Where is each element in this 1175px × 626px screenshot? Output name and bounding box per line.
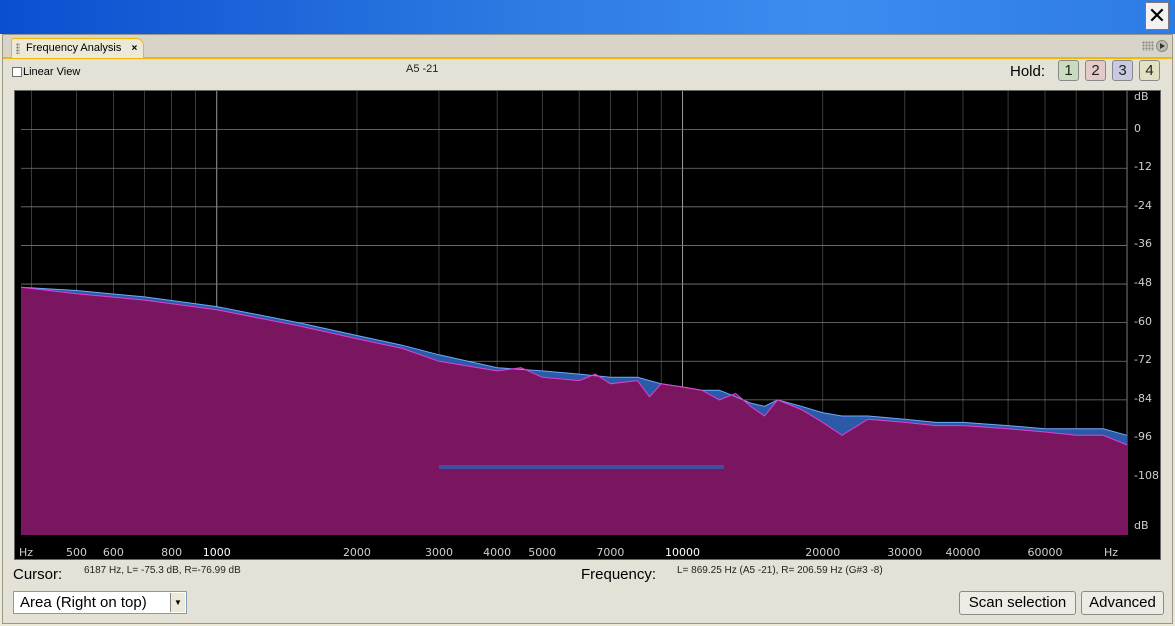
y-tick-label: -60 <box>1134 314 1152 328</box>
x-tick-label: 20000 <box>805 546 841 559</box>
close-icon: ✕ <box>1147 3 1167 29</box>
x-tick-label: 800 <box>161 546 183 559</box>
y-tick-label: -108 <box>1134 469 1159 483</box>
window-titlebar: ✕ <box>0 0 1175 34</box>
x-unit-right: Hz <box>1104 546 1119 559</box>
window-close-button[interactable]: ✕ <box>1145 2 1169 30</box>
spectrum-plot <box>20 91 1128 535</box>
frequency-graph[interactable]: Hz Hz dB dB 500 600 800 1000 2000 3000 4000 500… <box>14 90 1161 560</box>
display-mode-select[interactable]: Area (Right on top) ▼ <box>13 591 187 614</box>
x-tick-label: 30000 <box>887 546 923 559</box>
cursor-readout: 6187 Hz, L= -75.3 dB, R=-76.99 dB <box>84 565 241 576</box>
frequency-readout: L= 869.25 Hz (A5 -21), R= 206.59 Hz (G#3… <box>677 565 883 576</box>
y-tick-label: -96 <box>1134 430 1152 444</box>
y-tick-label: -84 <box>1134 391 1152 405</box>
hold-button-1[interactable]: 1 <box>1058 60 1079 81</box>
chevron-down-icon[interactable]: ▼ <box>170 593 185 612</box>
linear-view-checkbox[interactable]: Linear View <box>12 66 80 78</box>
advanced-button[interactable]: Advanced <box>1081 591 1164 615</box>
x-tick-label: 2000 <box>342 546 371 559</box>
frequency-label: Frequency: <box>581 566 657 583</box>
x-unit-left: Hz <box>19 546 34 559</box>
x-tick-label: 5000 <box>528 546 557 559</box>
tab-grip-icon[interactable] <box>16 43 20 54</box>
y-tick-label: 0 <box>1134 121 1141 135</box>
y-tick-label: -48 <box>1134 276 1152 290</box>
panel-grip-icon[interactable] <box>1142 41 1154 51</box>
hold-button-4[interactable]: 4 <box>1139 60 1160 81</box>
y-tick-label: -36 <box>1134 237 1152 251</box>
y-tick-label: -72 <box>1134 353 1152 367</box>
linear-view-label: Linear View <box>23 66 81 78</box>
x-tick-label: 500 <box>66 546 88 559</box>
x-tick-label: 600 <box>102 546 124 559</box>
cursor-label: Cursor: <box>13 566 63 583</box>
y-tick-label: -12 <box>1134 160 1152 174</box>
x-tick-label: 10000 <box>665 546 701 559</box>
y-tick-label: -24 <box>1134 198 1152 212</box>
frequency-analysis-panel: Frequency Analysis × Linear View A5 -21 … <box>2 34 1173 624</box>
hold-button-3[interactable]: 3 <box>1112 60 1133 81</box>
hold-label: Hold: <box>1010 63 1046 80</box>
hold-button-2[interactable]: 2 <box>1085 60 1106 81</box>
x-tick-label: 3000 <box>424 546 453 559</box>
x-tick-label: 40000 <box>945 546 981 559</box>
panel-menu-icon[interactable] <box>1156 40 1168 52</box>
y-unit-bottom: dB <box>1134 519 1149 532</box>
y-unit-top: dB <box>1134 90 1149 103</box>
scan-selection-button[interactable]: Scan selection <box>959 591 1076 615</box>
tab-frequency-analysis[interactable]: Frequency Analysis × <box>11 38 145 58</box>
x-tick-label: 1000 <box>202 546 231 559</box>
display-mode-value: Area (Right on top) <box>20 594 147 611</box>
tab-title: Frequency Analysis <box>26 42 122 54</box>
x-tick-label: 60000 <box>1027 546 1063 559</box>
x-tick-label: 4000 <box>483 546 512 559</box>
tab-close-icon[interactable]: × <box>132 39 138 58</box>
note-readout: A5 -21 <box>406 63 439 75</box>
x-tick-label: 7000 <box>596 546 625 559</box>
right-channel-area <box>21 287 1127 535</box>
selection-bar <box>439 465 724 469</box>
linear-view-checkbox-box[interactable] <box>12 67 22 77</box>
panel-tabstrip: Frequency Analysis × <box>3 35 1172 59</box>
